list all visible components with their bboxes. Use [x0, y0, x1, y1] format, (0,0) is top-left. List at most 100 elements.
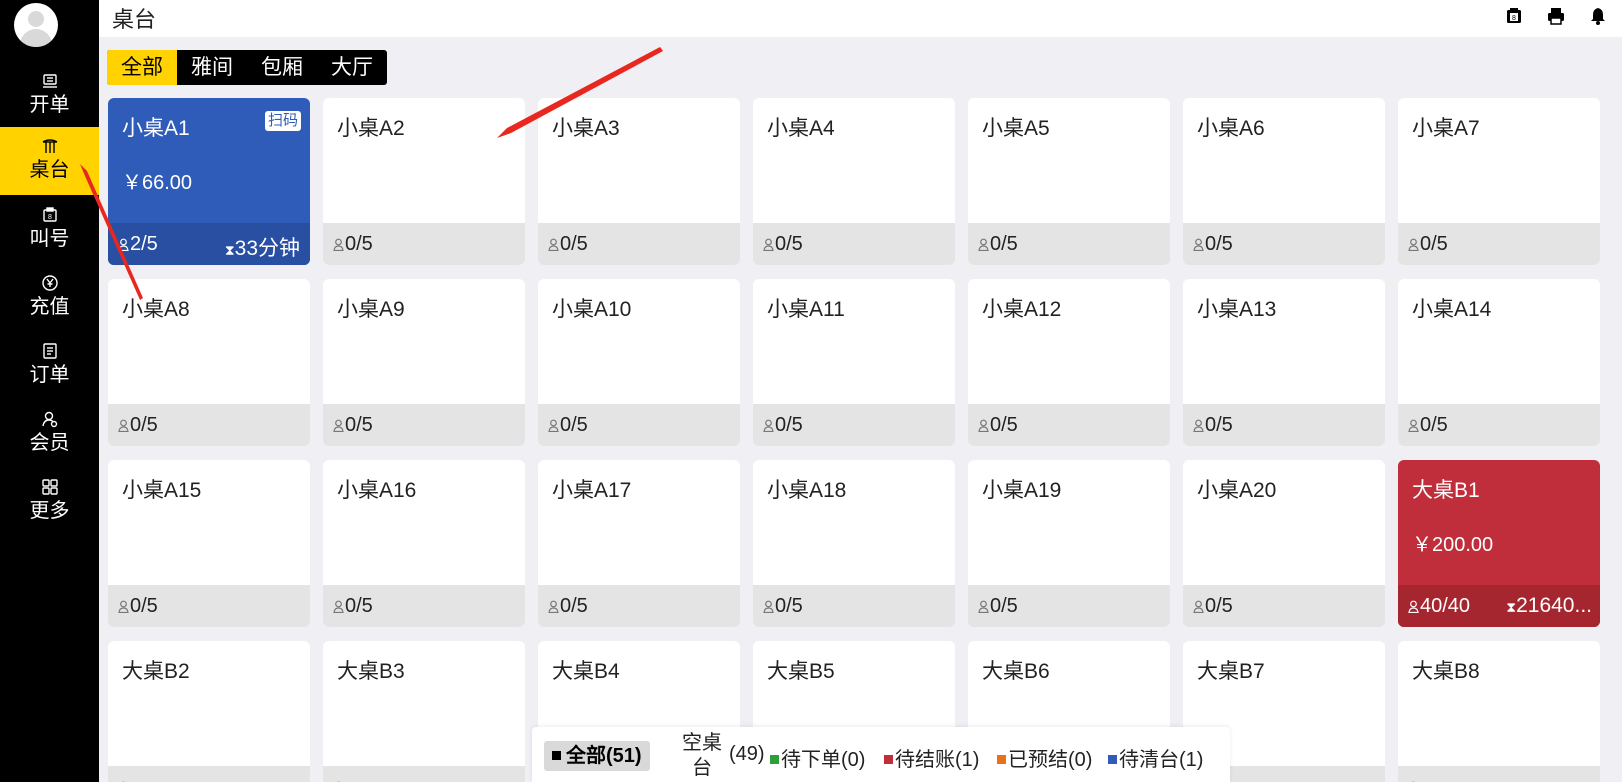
sidebar-item-call-number[interactable]: 8 叫号	[0, 196, 99, 264]
guest-count: 0/5	[1193, 233, 1233, 256]
table-name: 小桌A6	[1197, 117, 1265, 140]
table-name: 小桌A20	[1197, 479, 1277, 502]
table-footer: 0/5	[753, 223, 955, 265]
table-card[interactable]: 小桌A2 0/5	[323, 98, 525, 265]
elapsed-time: ⧗21640...	[1506, 594, 1592, 618]
printer-icon[interactable]	[1546, 6, 1566, 26]
person-icon	[763, 600, 774, 613]
grid-more-icon	[0, 476, 99, 498]
person-icon	[1193, 238, 1204, 251]
person-icon	[1408, 419, 1419, 432]
filter-empty-label[interactable]: 空桌台	[677, 731, 727, 781]
table-footer: 0/5	[968, 223, 1170, 265]
table-footer: 0/5	[968, 404, 1170, 446]
table-name: 小桌A19	[982, 479, 1062, 502]
person-icon	[978, 419, 989, 432]
guest-count: 0/5	[548, 595, 588, 618]
sidebar-item-tables[interactable]: 桌台	[0, 127, 99, 195]
table-card[interactable]: 小桌A11 0/5	[753, 279, 955, 446]
table-name: 小桌A11	[767, 298, 845, 321]
table-card[interactable]: 小桌A1 扫码 ￥66.00 2/5 ⧗33分钟	[108, 98, 310, 265]
tab-box[interactable]: 包厢	[247, 50, 317, 85]
person-icon	[118, 600, 129, 613]
table-name: 小桌A3	[552, 117, 620, 140]
filter-pending-checkout[interactable]: 待结账(1)	[884, 743, 979, 772]
sidebar-item-label: 叫号	[29, 228, 70, 250]
table-card[interactable]: 小桌A8 0/5	[108, 279, 310, 446]
table-name: 大桌B5	[767, 660, 835, 683]
tab-all[interactable]: 全部	[107, 50, 177, 85]
table-card[interactable]: 小桌A16 0/5	[323, 460, 525, 627]
table-footer: 0/5	[968, 585, 1170, 627]
guest-count-value: 0/5	[775, 414, 803, 436]
filter-prebilled[interactable]: 已预结(0)	[997, 743, 1092, 772]
guest-count-value: 0/5	[1205, 233, 1233, 255]
table-card[interactable]: 小桌A17 0/5	[538, 460, 740, 627]
table-name: 小桌A15	[122, 479, 202, 502]
table-card[interactable]: 小桌A13 0/5	[1183, 279, 1385, 446]
person-icon	[978, 600, 989, 613]
sidebar-item-recharge[interactable]: 充值	[0, 264, 99, 332]
guest-count-value: 0/5	[345, 233, 373, 255]
bell-icon[interactable]	[1588, 6, 1608, 26]
red-square-icon	[884, 755, 893, 764]
table-card[interactable]: 大桌B8	[1398, 641, 1600, 782]
table-footer: 0/5	[538, 223, 740, 265]
tab-hall[interactable]: 大厅	[317, 50, 387, 85]
page-title: 桌台	[112, 7, 157, 32]
table-card[interactable]: 小桌A5 0/5	[968, 98, 1170, 265]
table-name: 小桌A12	[982, 298, 1062, 321]
sidebar-item-label: 更多	[29, 500, 70, 522]
table-card[interactable]: 大桌B2	[108, 641, 310, 782]
table-card[interactable]: 小桌A6 0/5	[1183, 98, 1385, 265]
table-card[interactable]: 小桌A7 0/5	[1398, 98, 1600, 265]
call-number-icon: 8	[0, 204, 99, 226]
table-card[interactable]: 小桌A18 0/5	[753, 460, 955, 627]
table-name: 大桌B6	[982, 660, 1050, 683]
table-card[interactable]: 小桌A9 0/5	[323, 279, 525, 446]
table-card[interactable]: 小桌A14 0/5	[1398, 279, 1600, 446]
guest-count-value: 40/40	[1420, 595, 1471, 617]
table-card[interactable]: 小桌A10 0/5	[538, 279, 740, 446]
table-card[interactable]: 大桌B3	[323, 641, 525, 782]
table-footer: 0/5	[538, 404, 740, 446]
guest-count: 0/5	[1193, 595, 1233, 618]
table-card[interactable]: 小桌A20 0/5	[1183, 460, 1385, 627]
sidebar-item-orders[interactable]: 订单	[0, 332, 99, 400]
filter-empty-count[interactable]: (49)	[729, 743, 765, 766]
person-icon	[118, 238, 129, 251]
table-footer: 0/5	[323, 585, 525, 627]
filter-all-button[interactable]: 全部(51)	[544, 741, 650, 771]
sidebar-item-members[interactable]: 会员	[0, 400, 99, 468]
table-card[interactable]: 小桌A3 0/5	[538, 98, 740, 265]
table-name: 小桌A8	[122, 298, 190, 321]
table-card[interactable]: 小桌A12 0/5	[968, 279, 1170, 446]
table-name: 大桌B3	[337, 660, 405, 683]
sidebar-item-more[interactable]: 更多	[0, 468, 99, 536]
table-name: 小桌A13	[1197, 298, 1277, 321]
table-card[interactable]: 小桌A4 0/5	[753, 98, 955, 265]
person-icon	[333, 238, 344, 251]
filter-label: 已预结(0)	[1008, 749, 1093, 771]
queue-printer-icon[interactable]: 8	[1504, 6, 1524, 26]
table-footer: 0/5	[1183, 404, 1385, 446]
table-card[interactable]: 大桌B1 ￥200.00 40/40 ⧗21640...	[1398, 460, 1600, 627]
guest-count	[333, 776, 345, 782]
table-card[interactable]: 小桌A19 0/5	[968, 460, 1170, 627]
sidebar-item-open-order[interactable]: 开单	[0, 62, 99, 130]
table-card[interactable]: 小桌A15 0/5	[108, 460, 310, 627]
guest-count-value: 0/5	[345, 595, 373, 617]
order-list-icon	[0, 340, 99, 362]
table-amount: ￥200.00	[1412, 534, 1494, 556]
filter-pending-clear[interactable]: 待清台(1)	[1108, 743, 1203, 772]
filter-pending-order[interactable]: 待下单(0)	[770, 743, 865, 772]
guest-count: 0/5	[548, 414, 588, 437]
person-icon	[333, 600, 344, 613]
tab-private-room[interactable]: 雅间	[177, 50, 247, 85]
blue-square-icon	[1108, 755, 1117, 764]
orange-square-icon	[997, 755, 1006, 764]
avatar[interactable]	[14, 3, 58, 47]
table-footer: 0/5	[323, 223, 525, 265]
scan-order-badge: 扫码	[264, 111, 301, 131]
guest-count-value: 0/5	[1205, 414, 1233, 436]
